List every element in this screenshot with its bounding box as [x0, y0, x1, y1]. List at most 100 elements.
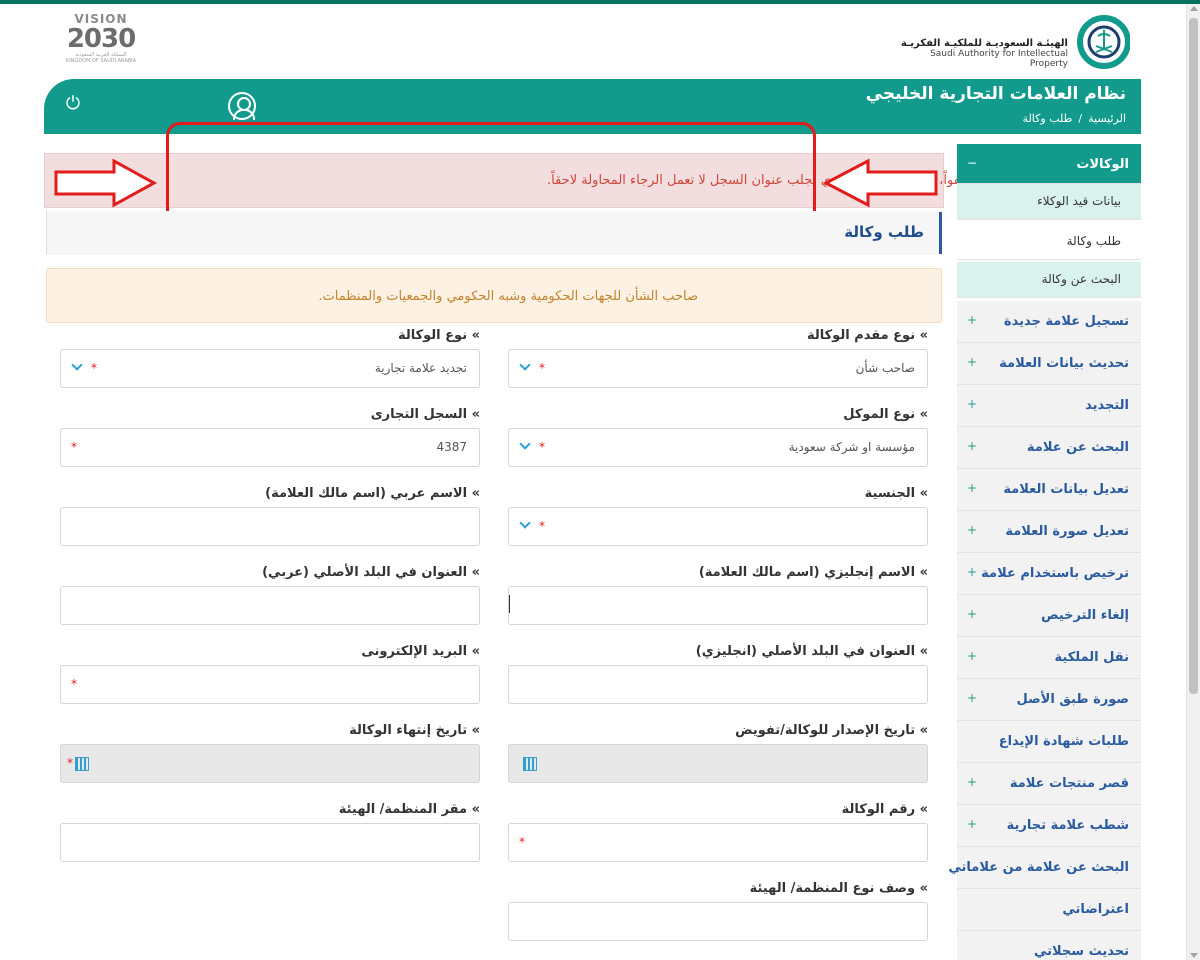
- nationality-select[interactable]: *: [508, 507, 928, 546]
- page: VISION 2030 المملكة العربية السعودية KIN…: [0, 0, 1200, 960]
- vision-2030-logo: VISION 2030 المملكة العربية السعودية KIN…: [56, 12, 146, 70]
- saip-logo: الهيئـة السعوديـة للملكيـة الفكريـة Saud…: [890, 12, 1130, 72]
- sidebar-item-label: إلغاء الترخيص: [1041, 608, 1129, 623]
- sidebar-item-label: صورة طبق الأصل: [1016, 692, 1130, 707]
- required-mark: *: [519, 835, 525, 849]
- calendar-icon[interactable]: [523, 757, 537, 771]
- sidebar-item-label: طلبات شهادة الإيداع: [998, 734, 1129, 749]
- saip-emblem-icon: [1077, 15, 1130, 69]
- page-heading-panel: [46, 211, 942, 255]
- expand-icon: +: [967, 481, 978, 495]
- email-input[interactable]: *: [60, 665, 480, 704]
- expiry-date-input[interactable]: *: [60, 744, 480, 783]
- scrollbar-thumb[interactable]: [1189, 18, 1198, 694]
- required-mark: *: [539, 440, 545, 454]
- power-icon[interactable]: ⏻: [62, 93, 84, 115]
- sidebar-group-agencies[interactable]: الوكالات −: [957, 144, 1141, 184]
- sidebar-item-label: ترخيص باستخدام علامة: [981, 566, 1129, 581]
- sidebar-item-edit-mark[interactable]: تعديل بيانات العلامة +: [957, 469, 1141, 511]
- english-name-input[interactable]: [508, 586, 928, 625]
- chevron-down-icon: [71, 359, 83, 371]
- applicant-type-label: » نوع مقدم الوكالة: [806, 328, 928, 343]
- chevron-down-icon: [519, 517, 531, 529]
- scroll-down-icon[interactable]: [1190, 953, 1198, 958]
- email-label: » البريد الإلكترونى: [361, 644, 480, 659]
- sidebar-item-search-my-marks[interactable]: البحث عن علامة من علاماتي: [948, 847, 1141, 889]
- sidebar-subitem-label: طلب وكالة: [1066, 234, 1121, 248]
- arrow-left-icon: [822, 158, 938, 208]
- sidebar-item-ownership-transfer[interactable]: نقل الملكية +: [957, 637, 1141, 679]
- agency-number-input[interactable]: *: [508, 823, 928, 862]
- required-mark: *: [91, 361, 97, 375]
- calendar-icon[interactable]: [75, 757, 89, 771]
- vision-year: 2030: [66, 24, 136, 54]
- sidebar-item-limit-products[interactable]: قصر منتجات علامة +: [957, 763, 1141, 805]
- sidebar-item-label: تحديث بيانات العلامة: [999, 356, 1129, 371]
- breadcrumb-home[interactable]: الرئيسية: [1088, 112, 1126, 125]
- sidebar-item-license[interactable]: ترخيص باستخدام علامة +: [957, 553, 1141, 595]
- sidebar-item-update-mark[interactable]: تحديث بيانات العلامة +: [957, 343, 1141, 385]
- sidebar-item-update-my-records[interactable]: تحديث سجلاتي: [957, 931, 1141, 960]
- system-title: نظام العلامات التجارية الخليجي: [865, 84, 1126, 104]
- org-hq-label: » مقر المنظمة/ الهيئة: [338, 802, 480, 817]
- origin-address-en-label: » العنوان في البلد الأصلي (انجليزي): [695, 644, 928, 659]
- agency-type-label: » نوع الوكالة: [397, 328, 480, 343]
- commercial-register-input[interactable]: 4387 *: [60, 428, 480, 467]
- issue-date-label: » تاريخ الإصدار للوكالة/تفويض: [735, 723, 928, 738]
- principal-type-value: مؤسسة او شركة سعودية: [788, 440, 915, 454]
- sidebar-item-label: تعديل صورة العلامة: [1005, 524, 1129, 539]
- applicant-type-value: صاحب شأن: [855, 361, 915, 375]
- commercial-register-value: 4387: [436, 440, 467, 454]
- principal-type-label: » نوع الموكل: [843, 407, 928, 422]
- origin-address-ar-input[interactable]: [60, 586, 480, 625]
- origin-address-ar-label: » العنوان في البلد الأصلي (عربي): [262, 565, 480, 580]
- text-caret: [509, 595, 510, 613]
- issue-date-input[interactable]: [508, 744, 928, 783]
- expand-icon: +: [967, 607, 978, 621]
- expand-icon: +: [967, 649, 978, 663]
- expand-icon: +: [967, 817, 978, 831]
- sidebar-item-true-copy[interactable]: صورة طبق الأصل +: [957, 679, 1141, 721]
- sidebar-item-strike-mark[interactable]: شطب علامة تجارية +: [957, 805, 1141, 847]
- sidebar-item-edit-mark-image[interactable]: تعديل صورة العلامة +: [957, 511, 1141, 553]
- sidebar-item-deposit-certificate[interactable]: طلبات شهادة الإيداع: [957, 721, 1141, 763]
- expand-icon: +: [967, 565, 978, 579]
- scroll-up-icon[interactable]: [1190, 6, 1198, 11]
- page-scrollbar[interactable]: [1186, 4, 1200, 960]
- expand-icon: +: [967, 775, 978, 789]
- sidebar-item-label: تعديل بيانات العلامة: [1003, 482, 1129, 497]
- sidebar-item-search-mark[interactable]: البحث عن علامة +: [957, 427, 1141, 469]
- top-strip: [0, 0, 1200, 4]
- required-mark: *: [67, 756, 73, 770]
- expiry-date-label: » تاريخ إنتهاء الوكالة: [349, 723, 480, 738]
- required-mark: *: [539, 519, 545, 533]
- sidebar-item-cancel-license[interactable]: إلغاء الترخيص +: [957, 595, 1141, 637]
- sidebar-subitem-agent-data[interactable]: بيانات قيد الوكلاء: [957, 184, 1141, 220]
- expand-icon: +: [967, 439, 978, 453]
- arabic-name-input[interactable]: [60, 507, 480, 546]
- sidebar-item-label: قصر منتجات علامة: [1009, 776, 1129, 791]
- required-mark: *: [71, 440, 77, 454]
- principal-type-select[interactable]: مؤسسة او شركة سعودية *: [508, 428, 928, 467]
- sidebar-subitem-agency-request[interactable]: طلب وكالة: [957, 224, 1141, 260]
- origin-address-en-input[interactable]: [508, 665, 928, 704]
- sidebar-item-my-objections[interactable]: اعتراضاتي: [957, 889, 1141, 931]
- breadcrumb: الرئيسية / طلب وكالة: [1017, 112, 1126, 125]
- agency-number-label: » رقم الوكالة: [841, 802, 928, 817]
- sidebar-item-renewal[interactable]: التجديد +: [957, 385, 1141, 427]
- commercial-register-label: » السجل التجارى: [370, 407, 480, 422]
- english-name-label: » الاسم إنجليزي (اسم مالك العلامة): [698, 565, 928, 580]
- org-hq-input[interactable]: [60, 823, 480, 862]
- org-type-desc-input[interactable]: [508, 902, 928, 941]
- applicant-type-select[interactable]: صاحب شأن *: [508, 349, 928, 388]
- user-profile-icon[interactable]: [228, 92, 256, 120]
- arabic-name-label: » الاسم عربي (اسم مالك العلامة): [265, 486, 480, 501]
- expand-icon: +: [967, 397, 978, 411]
- agency-type-select[interactable]: تجديد علامة تجارية *: [60, 349, 480, 388]
- nationality-label: » الجنسية: [864, 486, 928, 501]
- sidebar-item-label: تحديث سجلاتي: [1034, 944, 1129, 959]
- expand-icon: +: [967, 691, 978, 705]
- sidebar-item-new-mark[interactable]: تسجيل علامة جديدة +: [957, 301, 1141, 343]
- sidebar-subitem-agency-search[interactable]: البحث عن وكالة: [957, 262, 1141, 298]
- sidebar-item-label: اعتراضاتي: [1062, 902, 1129, 917]
